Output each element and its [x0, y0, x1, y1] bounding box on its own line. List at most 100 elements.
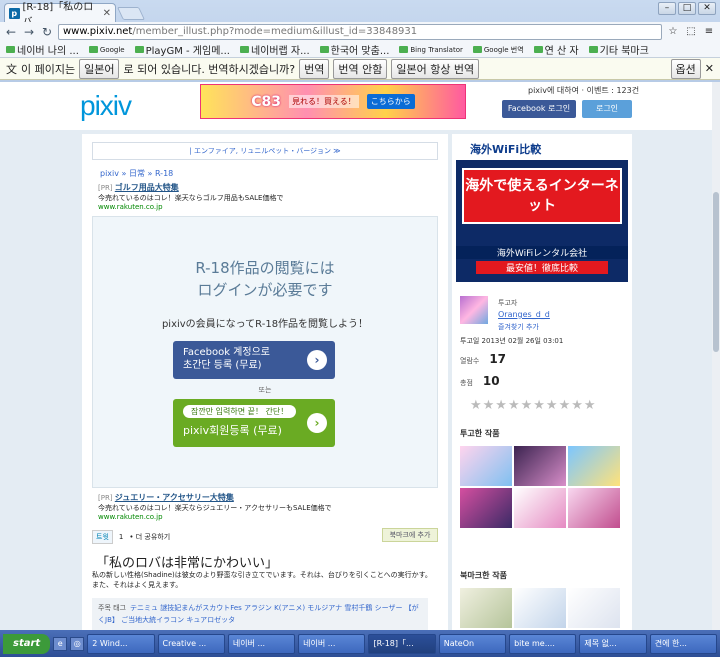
- extension-icon[interactable]: ⬚: [684, 25, 698, 39]
- taskbar-item[interactable]: NateOn: [438, 633, 507, 654]
- poster-name[interactable]: Oranges_d_d: [498, 310, 550, 319]
- taskbar-item[interactable]: Creative ...: [157, 633, 225, 654]
- bookmark-item[interactable]: 연 산 자: [533, 42, 579, 57]
- bookmark-icon: [6, 46, 15, 53]
- posted-works-grid: [460, 446, 624, 528]
- bookmarked-works-heading: 북마크한 작품: [460, 571, 507, 580]
- translate-message: 로 되어 있습니다. 번역하시겠습니까?: [123, 62, 296, 76]
- add-favorite-link[interactable]: 즐겨찾기 추가: [498, 322, 539, 333]
- quicklaunch-icon[interactable]: ◎: [70, 636, 85, 651]
- taskbar-item[interactable]: 2 Wind...: [87, 633, 155, 654]
- share-more-link[interactable]: • 더 공유하기: [129, 532, 170, 542]
- bookmark-icon: [134, 46, 144, 53]
- tag-list[interactable]: テニミュ 謎技妃まんがスカウトFes アラジン K(アニメ) モルジアナ 雪村千…: [98, 604, 419, 624]
- add-bookmark-button[interactable]: 북마크에 추가: [382, 528, 438, 542]
- arrow-right-icon: ›: [307, 413, 327, 433]
- address-bar[interactable]: www.pixiv.net /member_illust.php?mode=me…: [58, 24, 662, 40]
- posted-works-heading: 투고한 작품: [460, 429, 500, 438]
- taskbar-item[interactable]: bite me....: [509, 633, 577, 654]
- bookmark-item[interactable]: 네이버 나의 ...: [6, 42, 79, 57]
- browser-tab[interactable]: p [R-18]「私のロバ ✕: [4, 2, 116, 28]
- taskbar-item[interactable]: 견에 한...: [649, 633, 718, 654]
- back-icon[interactable]: ←: [4, 25, 18, 39]
- ad-headline: 海外で使えるインターネット: [462, 168, 622, 224]
- wifi-ad[interactable]: 海外WiFi比較 海外で使えるインターネット 海外WiFiレンタル会社 最安値！…: [456, 140, 628, 282]
- quicklaunch-icon[interactable]: e: [53, 636, 68, 651]
- forward-icon[interactable]: →: [22, 25, 36, 39]
- facebook-register-button[interactable]: Facebook 계정으로 초간단 등록 (무료) ›: [173, 341, 335, 379]
- close-window-icon[interactable]: ✕: [698, 2, 716, 15]
- work-thumbnail[interactable]: [460, 588, 512, 628]
- ad-header: 海外WiFi比較: [456, 140, 628, 160]
- new-tab-button[interactable]: [116, 7, 146, 20]
- always-translate-button[interactable]: 일본어 항상 번역: [391, 58, 480, 79]
- translate-button[interactable]: 번역: [299, 58, 330, 79]
- bookmark-item[interactable]: 한국어 맞춤...: [319, 42, 389, 57]
- login-button[interactable]: 로그인: [582, 100, 632, 118]
- bookmark-item[interactable]: 네이버랩 자...: [239, 42, 310, 57]
- rating-stars[interactable]: ★★★★★★★★★★: [470, 398, 597, 413]
- header-links[interactable]: pixiv에 대하여 · 이벤트 : 123건: [528, 85, 639, 96]
- close-tab-icon[interactable]: ✕: [103, 8, 111, 19]
- bookmark-icon: [88, 46, 98, 53]
- taskbar-item[interactable]: [R-18]「...: [368, 633, 436, 654]
- taskbar-item[interactable]: 네이버 ...: [227, 633, 296, 654]
- ad-line-1: 海外WiFiレンタル会社: [456, 246, 628, 259]
- work-thumbnail[interactable]: [514, 588, 566, 628]
- bookmark-icon: [472, 46, 482, 53]
- no-translate-button[interactable]: 번역 안함: [333, 58, 388, 79]
- c83-banner[interactable]: C83 見れる！買える！ こちらから: [200, 84, 466, 119]
- options-button[interactable]: 옵션: [670, 58, 701, 79]
- close-bar-icon[interactable]: ✕: [705, 62, 714, 75]
- taskbar-item[interactable]: 네이버 ...: [298, 633, 366, 654]
- taskbar-item[interactable]: 제목 없...: [579, 633, 647, 654]
- translate-icon: 文: [6, 62, 17, 76]
- bookmark-item[interactable]: Bing Translator: [399, 46, 463, 54]
- browser-chrome: p [R-18]「私のロバ ✕ – □ ✕ ← → ↻ www.pixiv.ne…: [0, 0, 720, 82]
- text-ad[interactable]: [PR] ジュエリー・アクセサリー大特集 今売れているのはコレ！楽天ならジュエリ…: [98, 492, 398, 521]
- work-thumbnail[interactable]: [460, 446, 512, 486]
- star-icon[interactable]: ☆: [666, 25, 680, 39]
- tags-label: 주목 태그: [98, 604, 126, 612]
- work-thumbnail[interactable]: [568, 446, 620, 486]
- pixiv-favicon-icon: p: [9, 7, 20, 19]
- gate-title: R-18作品の閲覧には ログインが必要です: [195, 259, 335, 299]
- post-date: 투고일 2013년 02월 26일 03:01: [460, 337, 564, 345]
- minimize-icon[interactable]: –: [658, 2, 676, 15]
- facebook-login-button[interactable]: Facebook 로그인: [502, 100, 576, 118]
- pixiv-register-button[interactable]: 잠깐만 입력하면 끝！ 간단！ pixiv회원등록 (무료) ›: [173, 399, 335, 447]
- poster-label: 투고자: [498, 299, 518, 307]
- translate-prefix: 이 페이지는: [21, 62, 76, 76]
- bookmark-item[interactable]: Google 번역: [472, 45, 524, 55]
- bookmark-item[interactable]: PlayGM - 게임메...: [134, 42, 230, 57]
- sidebar: 海外WiFi比較 海外で使えるインターネット 海外WiFiレンタル会社 最安値！…: [452, 134, 632, 630]
- menu-icon[interactable]: ≡: [702, 25, 716, 39]
- pixiv-logo[interactable]: pixiv: [80, 90, 132, 122]
- folder-icon: [588, 46, 598, 53]
- page-content: pixiv C83 見れる！買える！ こちらから pixiv에 대하여 · 이벤…: [0, 82, 712, 630]
- notice-bar[interactable]: | エンファイア, リュニルペット・バージョン ≫: [92, 142, 438, 160]
- work-thumbnail[interactable]: [568, 488, 620, 528]
- work-thumbnail[interactable]: [460, 488, 512, 528]
- reload-icon[interactable]: ↻: [40, 25, 54, 39]
- gate-subtitle: pixivの会員になってR-18作品を閲覧しよう！: [161, 319, 369, 330]
- tweet-count: 1: [118, 533, 124, 541]
- banner-link: こちらから: [366, 94, 415, 109]
- translate-bar: 文 이 페이지는 일본어 로 되어 있습니다. 번역하시겠습니까? 번역 번역 …: [0, 58, 720, 80]
- tweet-button[interactable]: 트윗: [92, 530, 113, 544]
- text-ad[interactable]: [PR] ゴルフ用品大特集 今売れているのはコレ！楽天ならゴルフ用品もSALE価…: [98, 182, 398, 211]
- maximize-icon[interactable]: □: [678, 2, 696, 15]
- work-thumbnail[interactable]: [514, 446, 566, 486]
- page-scrollbar[interactable]: [712, 82, 720, 630]
- scrollbar-thumb[interactable]: [713, 192, 719, 352]
- avatar[interactable]: [460, 296, 488, 324]
- bookmark-folder[interactable]: 기타 북마크: [588, 42, 649, 57]
- share-row: 트윗 1 • 더 공유하기: [92, 530, 170, 544]
- start-button[interactable]: start: [3, 633, 51, 654]
- work-thumbnail[interactable]: [514, 488, 566, 528]
- bookmark-item[interactable]: Google: [88, 46, 125, 54]
- breadcrumb[interactable]: pixiv » 日常 » R-18: [100, 168, 173, 179]
- r18-login-gate: R-18作品の閲覧には ログインが必要です pixivの会員になってR-18作品を…: [92, 216, 438, 488]
- language-select[interactable]: 일본어: [79, 58, 120, 79]
- work-thumbnail[interactable]: [568, 588, 620, 628]
